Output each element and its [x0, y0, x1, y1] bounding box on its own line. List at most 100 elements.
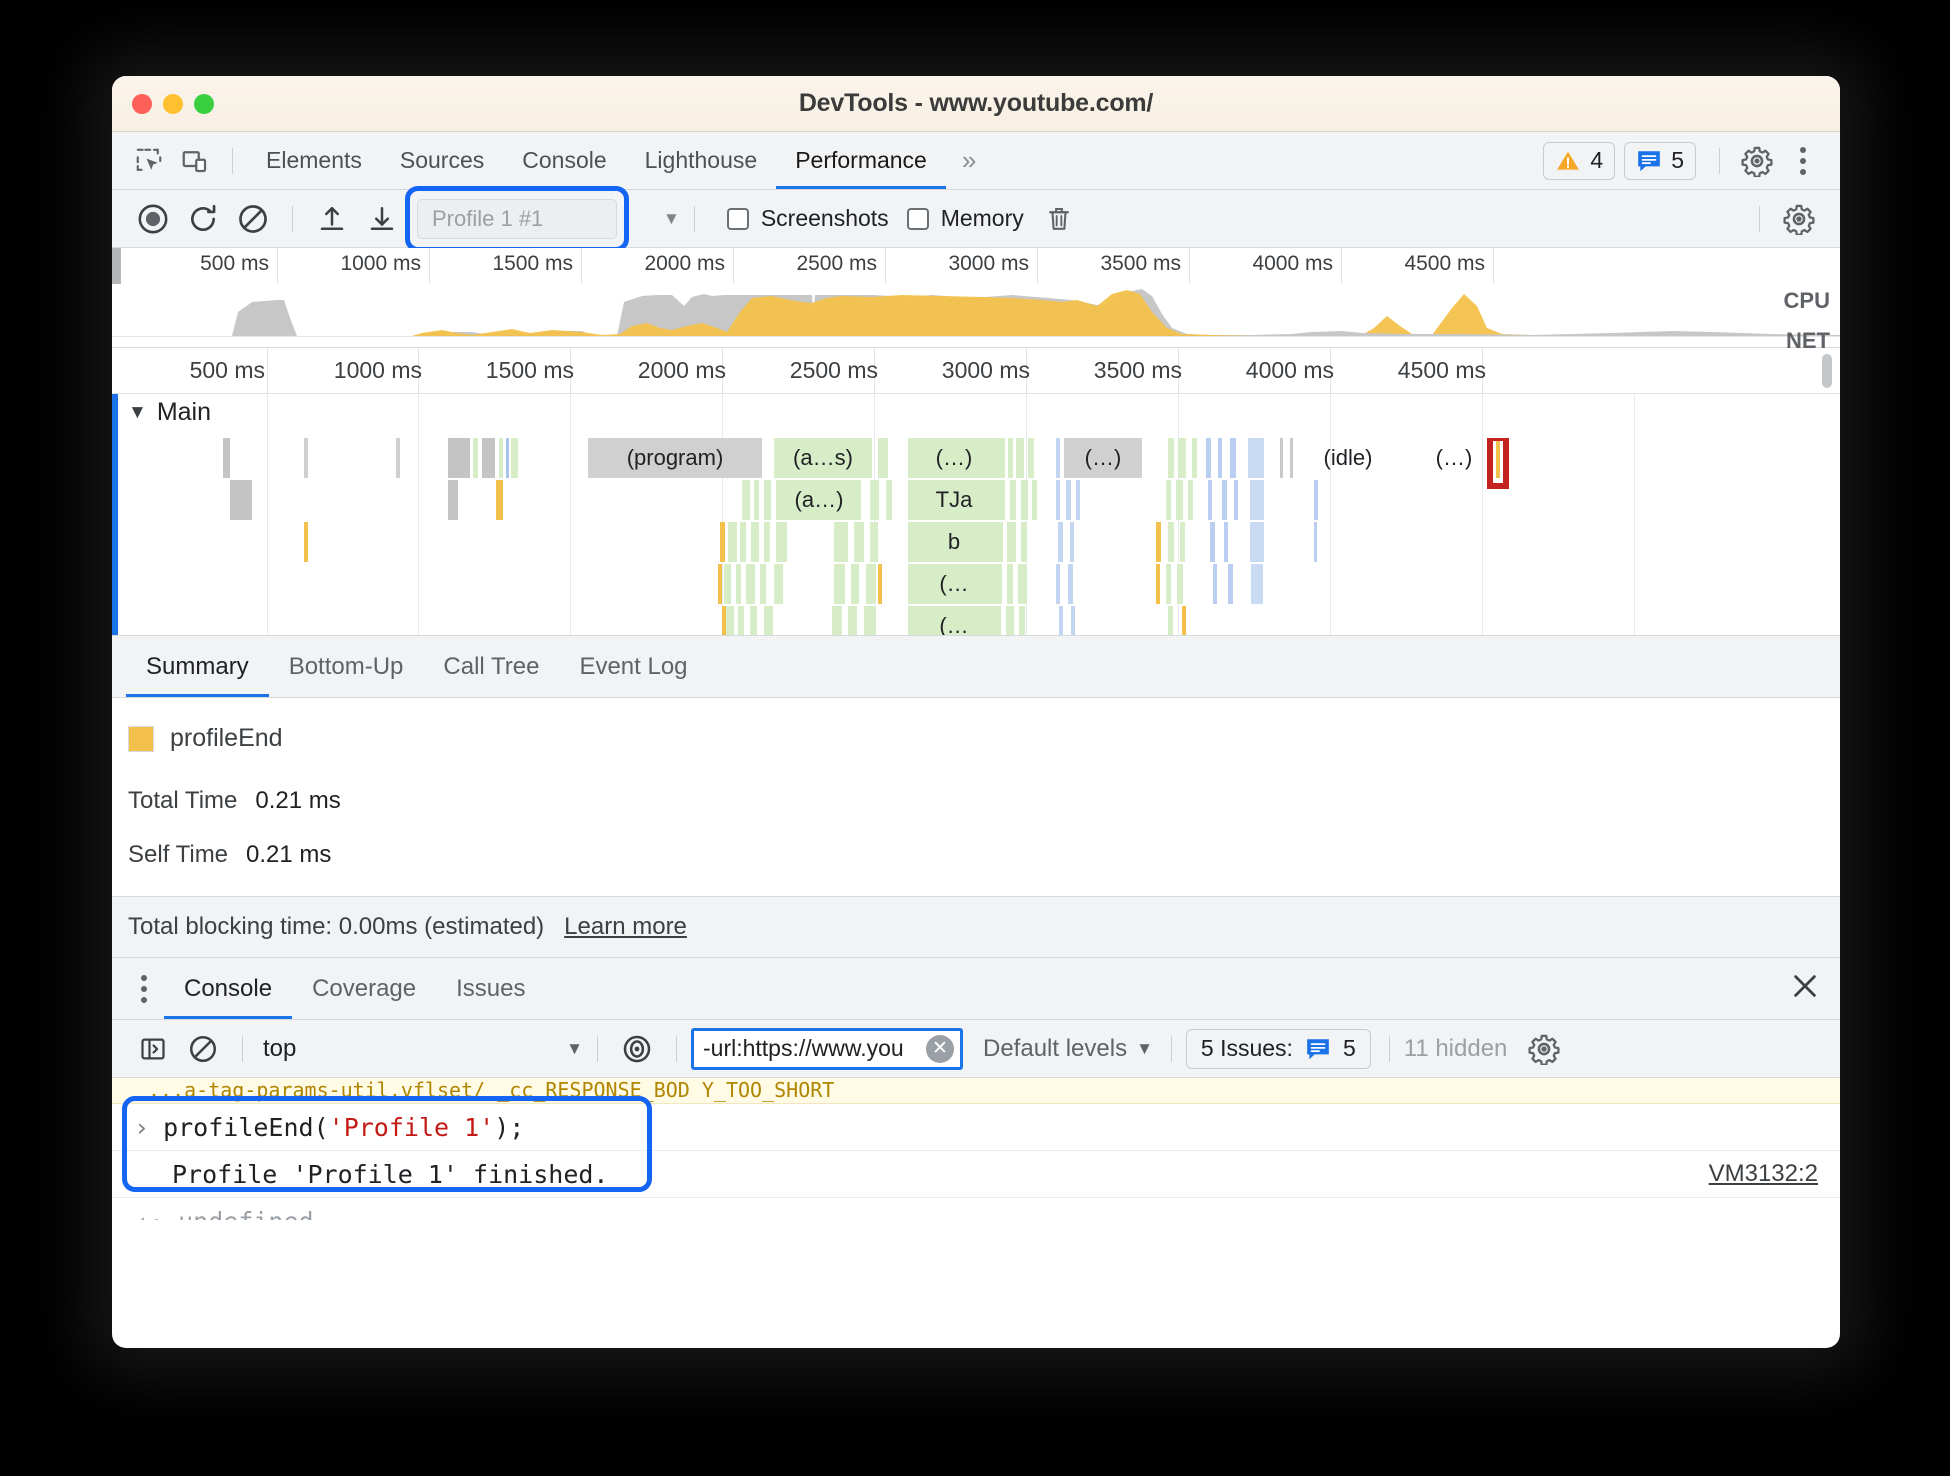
- cpu-overview-graph: [112, 284, 1840, 336]
- console-output[interactable]: ...a-tag-params-util.vflset/ _cc_RESPONS…: [112, 1078, 1840, 1220]
- console-filter-input[interactable]: -url:https://www.you ✕: [691, 1027, 963, 1070]
- tab-performance[interactable]: Performance: [776, 132, 946, 189]
- self-time-label: Self Time: [128, 841, 229, 868]
- overview-tick: 2000 ms: [644, 252, 725, 275]
- flame-block[interactable]: (a…s): [774, 438, 872, 478]
- tab-console[interactable]: Console: [503, 132, 625, 189]
- load-profile-icon[interactable]: [307, 196, 357, 242]
- clear-filter-icon[interactable]: ✕: [926, 1034, 954, 1063]
- flame-block[interactable]: (program): [588, 438, 762, 478]
- perf-divider-3: [1759, 205, 1760, 232]
- summary-event: profileEnd: [128, 724, 1840, 753]
- flame-block[interactable]: (a…): [778, 480, 860, 520]
- flame-tick: 4000 ms: [1245, 357, 1334, 383]
- drawer-tab-console[interactable]: Console: [164, 958, 293, 1019]
- flame-block[interactable]: (idle): [1298, 438, 1398, 478]
- profile-selector[interactable]: Profile 1 #1 ▼: [405, 185, 680, 252]
- messages-badge[interactable]: 5: [1624, 141, 1696, 180]
- console-return-line: ‹· undefined: [112, 1198, 1840, 1220]
- tab-call-tree[interactable]: Call Tree: [423, 636, 559, 697]
- close-drawer-icon[interactable]: [1790, 971, 1840, 1006]
- overview-ruler: 500 ms 1000 ms 1500 ms 2000 ms 2500 ms 3…: [112, 248, 1840, 284]
- main-track-header[interactable]: ▼ Main: [128, 398, 211, 427]
- console-input-suffix: );: [494, 1112, 525, 1142]
- tab-elements[interactable]: Elements: [247, 132, 381, 189]
- execution-context-selector[interactable]: top ▼: [263, 1035, 583, 1063]
- log-level-chevron-down-icon[interactable]: ▼: [1136, 1039, 1153, 1059]
- self-time-value: 0.21 ms: [246, 841, 332, 868]
- save-profile-icon[interactable]: [357, 196, 407, 242]
- flame-block[interactable]: b: [908, 522, 1000, 562]
- screenshots-checkbox-box[interactable]: [726, 207, 749, 230]
- drawer-tab-coverage[interactable]: Coverage: [292, 958, 436, 1019]
- flame-block[interactable]: (…): [1064, 438, 1142, 478]
- collapse-triangle-icon[interactable]: ▼: [128, 402, 147, 424]
- capture-settings-gear-icon[interactable]: [1774, 196, 1824, 242]
- live-expression-eye-icon[interactable]: [612, 1026, 662, 1072]
- context-chevron-down-icon[interactable]: ▼: [566, 1039, 583, 1059]
- tab-event-log[interactable]: Event Log: [559, 636, 707, 697]
- flame-block[interactable]: (…): [908, 438, 1000, 478]
- clear-recording-button[interactable]: [228, 196, 278, 242]
- console-divider-1: [242, 1035, 243, 1062]
- clear-console-icon[interactable]: [178, 1026, 228, 1072]
- drawer-menu-icon[interactable]: [124, 974, 164, 1003]
- profile-chevron-down-icon[interactable]: ▼: [663, 209, 680, 229]
- trash-icon[interactable]: [1034, 196, 1084, 242]
- flame-block[interactable]: TJa: [908, 480, 1000, 520]
- memory-checkbox-box[interactable]: [906, 207, 929, 230]
- timeline-overview[interactable]: 500 ms 1000 ms 1500 ms 2000 ms 2500 ms 3…: [112, 248, 1840, 353]
- event-name: profileEnd: [170, 724, 283, 752]
- flame-block[interactable]: (…): [1418, 438, 1490, 478]
- console-input-line[interactable]: › profileEnd( 'Profile 1' );: [112, 1104, 1840, 1151]
- drawer-tab-issues[interactable]: Issues: [436, 958, 545, 1019]
- tab-bottom-up[interactable]: Bottom-Up: [269, 636, 424, 697]
- flame-scrollbar[interactable]: [1822, 354, 1832, 388]
- tab-summary[interactable]: Summary: [126, 636, 269, 697]
- perf-divider-1: [292, 205, 293, 232]
- record-button[interactable]: [128, 196, 178, 242]
- profile-dropdown-value[interactable]: Profile 1 #1: [417, 198, 617, 239]
- tab-sources[interactable]: Sources: [381, 132, 503, 189]
- memory-checkbox[interactable]: Memory: [906, 205, 1024, 232]
- flame-tick: 2500 ms: [789, 357, 878, 383]
- screenshots-checkbox[interactable]: Screenshots: [726, 205, 889, 232]
- console-source-link[interactable]: VM3132:2: [1709, 1160, 1818, 1188]
- tab-lighthouse[interactable]: Lighthouse: [626, 132, 777, 189]
- tab-bar-right-actions: 4 5: [1543, 139, 1840, 183]
- main-track-label: Main: [156, 398, 211, 426]
- screenshots-label: Screenshots: [760, 205, 889, 231]
- learn-more-link[interactable]: Learn more: [564, 913, 687, 941]
- devtools-menu-icon[interactable]: [1780, 139, 1826, 183]
- settings-gear-icon[interactable]: [1734, 139, 1780, 183]
- perf-divider-2: [693, 205, 695, 232]
- reload-and-record-button[interactable]: [178, 196, 228, 242]
- devtools-tab-bar: Elements Sources Console Lighthouse Perf…: [112, 132, 1840, 190]
- device-toolbar-icon[interactable]: [172, 139, 218, 183]
- flame-block[interactable]: (…: [908, 606, 1000, 635]
- messages-count: 5: [1671, 147, 1684, 173]
- console-return-value: undefined: [178, 1207, 313, 1220]
- flame-tick: 3000 ms: [941, 357, 1030, 383]
- drawer-tab-bar: Console Coverage Issues: [112, 958, 1840, 1020]
- cpu-label: CPU: [1783, 288, 1830, 313]
- flame-chart[interactable]: ▼ Main (program) (a…s) (…) (…) (idle) (……: [112, 394, 1840, 636]
- toolbar-divider: [232, 147, 233, 174]
- console-filter-value: -url:https://www.you: [703, 1035, 904, 1061]
- net-overview-graph: [112, 336, 1840, 348]
- issues-message-icon: [1307, 1038, 1329, 1059]
- issues-pill[interactable]: 5 Issues: 5: [1185, 1028, 1371, 1069]
- inspect-element-icon[interactable]: [126, 139, 172, 183]
- execution-context-value: top: [263, 1034, 297, 1062]
- log-level-selector[interactable]: Default levels ▼: [983, 1035, 1153, 1063]
- flame-tick: 1500 ms: [485, 357, 574, 383]
- console-sidebar-toggle-icon[interactable]: [128, 1026, 178, 1072]
- overview-tick: 500 ms: [200, 252, 269, 275]
- console-settings-gear-icon[interactable]: [1519, 1026, 1569, 1072]
- warning-icon: [1557, 151, 1580, 170]
- overview-tick: 1000 ms: [340, 252, 421, 275]
- warnings-badge[interactable]: 4: [1543, 141, 1616, 180]
- flame-block[interactable]: (…: [908, 564, 1000, 604]
- more-tabs-icon[interactable]: »: [946, 145, 989, 176]
- total-blocking-time-text: Total blocking time: 0.00ms (estimated): [128, 913, 545, 940]
